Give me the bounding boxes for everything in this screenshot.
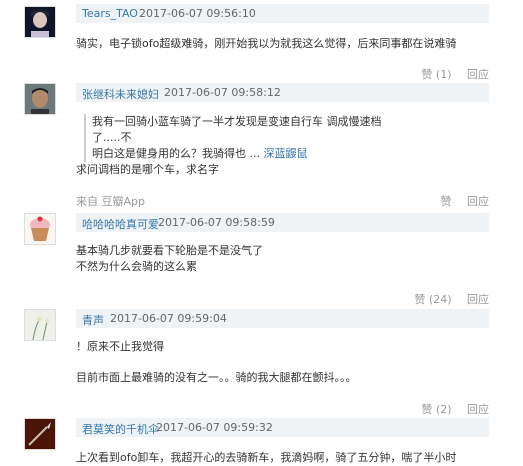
avatar[interactable] [24,418,56,450]
comment-time: 2017-06-07 09:59:04 [110,312,227,325]
cupcake-avatar-image [25,214,55,244]
quoted-reply: 我有一回骑小蓝车骑了一半才发现是变速自行车 调成慢速档了.....不 明白这是健… [0,114,523,162]
comment-actions: 赞 (24) 回应 [402,291,489,307]
quote-line: 明白这是健身用的么？我骑得也 ... 深蓝鼹鼠 [92,147,308,160]
like-button[interactable]: 赞 (1) [421,68,451,81]
reply-button[interactable]: 回应 [467,195,489,208]
reply-button[interactable]: 回应 [467,403,489,416]
comment-actions: 赞 (2) 回应 [409,401,489,417]
avatar-portrait-image [25,7,55,37]
comment-text: 上次看到ofo卸车，我超开心的去骑新车，我滴妈啊，骑了五分钟，喘了半小时 [76,451,457,464]
comment-header: 君莫笑的千机伞 2017-06-07 09:59:32 [76,418,489,437]
comment-header: 张继科未来媳妇 2017-06-07 09:58:12 [76,83,489,102]
like-button[interactable]: 赞 (2) [421,403,451,416]
quote-line: 我有一回骑小蓝车骑了一半才发现是变速自行车 调成慢速档了.....不 [92,115,382,144]
username-link[interactable]: 青声 [82,312,104,328]
avatar[interactable] [24,6,56,38]
comment-time: 2017-06-07 09:58:59 [158,216,275,229]
like-button[interactable]: 赞 (24) [414,293,451,306]
comment-header: Tears_TAO 2017-06-07 09:56:10 [76,4,489,23]
avatar[interactable] [24,309,56,341]
reply-button[interactable]: 回应 [467,293,489,306]
comment-text: 基本骑几步就要看下轮胎是不是没气了 [76,244,263,257]
quote-author-link[interactable]: 深蓝鼹鼠 [263,147,307,160]
username-link[interactable]: Tears_TAO [82,7,138,20]
comment-header: 哈哈哈哈真可爱 2017-06-07 09:58:59 [76,213,489,232]
avatar[interactable] [24,213,56,245]
comment-time: 2017-06-07 09:59:32 [156,421,273,434]
comment-actions: 赞 (1) 回应 [409,66,489,82]
comment-text: 不然为什么会骑的这么累 [76,260,197,273]
username-link[interactable]: 张继科未来媳妇 [82,86,159,102]
spear-avatar-image [25,419,55,449]
avatar[interactable] [24,83,56,115]
comment-text: 骑实，电子锁ofo超级难骑，刚开始我以为就我这么觉得，后来同事都在说难骑 [76,37,457,50]
comment-text: 目前市面上最难骑的没有之一。。骑的我大腿都在颤抖。。。 [76,371,357,384]
comment-source: 来自 豆瓣App [76,195,145,208]
username-link[interactable]: 君莫笑的千机伞 [82,421,159,437]
comment-time: 2017-06-07 09:58:12 [164,86,281,99]
flower-avatar-image [25,310,55,341]
comment-text: 求问调档的是哪个车，求名字 [76,163,219,176]
comment-actions: 赞 回应 [429,193,490,209]
avatar-portrait-image [25,84,55,114]
quote-block: 我有一回骑小蓝车骑了一半才发现是变速自行车 调成慢速档了.....不 明白这是健… [84,114,382,162]
reply-button[interactable]: 回应 [467,68,489,81]
comment-header: 青声 2017-06-07 09:59:04 [76,309,489,328]
comment-text: ！原来不止我觉得 [76,340,164,353]
like-button[interactable]: 赞 [441,195,452,208]
username-link[interactable]: 哈哈哈哈真可爱 [82,216,159,232]
comment-time: 2017-06-07 09:56:10 [139,7,256,20]
